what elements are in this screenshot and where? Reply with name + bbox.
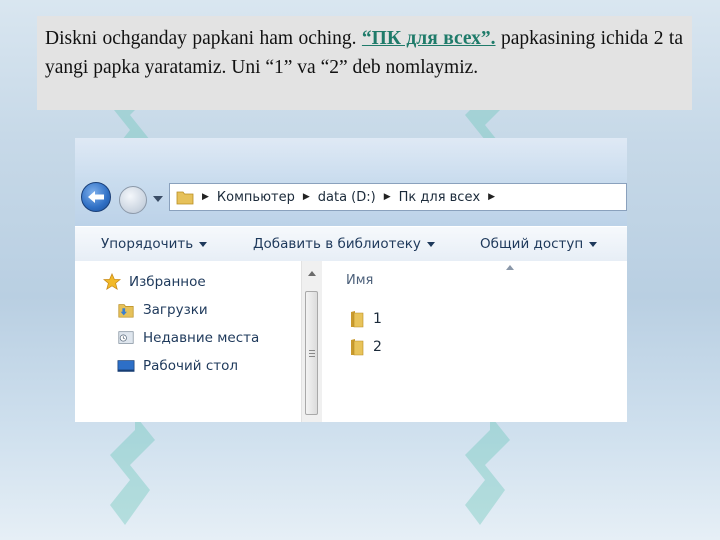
back-button[interactable] [81,182,111,212]
sort-arrow-icon [506,265,514,270]
nav-item-recent-places[interactable]: Недавние места [117,329,259,347]
nav-favorites-label: Избранное [129,274,206,290]
command-bar: Упорядочить Добавить в библиотеку Общий … [75,226,627,262]
nav-item-label: Недавние места [143,330,260,346]
watermark-logo [110,415,155,525]
nav-favorites[interactable]: Избранное [103,273,206,291]
file-list: Имя 1 2 [322,261,627,422]
breadcrumb-separator-icon[interactable]: ▶ [380,192,395,202]
nav-item-label: Рабочий стол [143,358,238,374]
navigation-pane: Избранное Загрузки Недавние места Рабочи… [75,261,321,422]
address-field[interactable]: ▶ Компьютер ▶ data (D:) ▶ Пк для всех ▶ [169,183,627,211]
list-item[interactable]: 1 [349,310,382,328]
add-to-library-label: Добавить в библиотеку [253,236,421,252]
navigation-scrollbar[interactable] [301,261,322,422]
breadcrumb-separator-icon[interactable]: ▶ [198,192,213,202]
back-arrow-icon [88,191,104,203]
organize-button[interactable]: Упорядочить [101,236,208,252]
list-item[interactable]: 2 [349,338,382,356]
nav-item-desktop[interactable]: Рабочий стол [117,357,238,375]
desktop-icon [117,360,135,372]
breadcrumb-folder[interactable]: Пк для всех [395,190,485,205]
file-name: 1 [373,311,382,327]
nav-item-downloads[interactable]: Загрузки [117,301,208,319]
nav-item-label: Загрузки [143,302,208,318]
forward-button[interactable] [119,186,147,214]
watermark-logo [465,415,510,525]
breadcrumb-computer[interactable]: Компьютер [213,190,299,205]
instruction-text-part1: Diskni ochganday papkani ham oching. [45,28,362,49]
folder-name-highlight: “ПК для всех”. [361,28,496,49]
folder-icon [351,311,364,328]
scroll-up-icon[interactable] [308,271,316,276]
folder-icon [351,339,364,356]
folder-icon [176,191,194,205]
explorer-window: ▶ Компьютер ▶ data (D:) ▶ Пк для всех ▶ … [75,138,627,422]
instruction-text: Diskni ochganday papkani ham oching. “ПК… [37,16,692,110]
address-bar-area: ▶ Компьютер ▶ data (D:) ▶ Пк для всех ▶ [75,138,627,226]
share-label: Общий доступ [480,236,584,252]
organize-label: Упорядочить [101,236,194,252]
breadcrumb-separator-icon[interactable]: ▶ [484,192,499,202]
share-button[interactable]: Общий доступ [480,236,598,252]
chevron-down-icon [426,241,435,247]
add-to-library-button[interactable]: Добавить в библиотеку [253,236,435,252]
scrollbar-thumb[interactable] [305,291,318,415]
chevron-down-icon [589,241,598,247]
chevron-down-icon [199,241,208,247]
column-header-name[interactable]: Имя [346,273,373,288]
downloads-icon [118,304,134,318]
recent-places-icon [118,331,134,344]
history-dropdown-icon[interactable] [153,196,163,202]
star-icon [103,273,121,291]
breadcrumb-drive[interactable]: data (D:) [314,190,380,205]
breadcrumb-separator-icon[interactable]: ▶ [299,192,314,202]
file-name: 2 [373,339,382,355]
